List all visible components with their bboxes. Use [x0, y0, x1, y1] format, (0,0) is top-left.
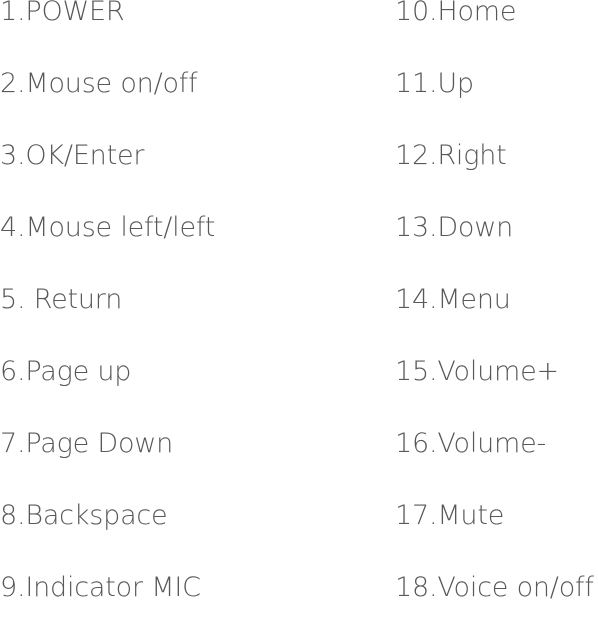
button-legend: 1.POWER 2.Mouse on/off 3.OK/Enter 4.Mous… — [0, 0, 598, 603]
legend-item-12: 12.Right — [395, 140, 507, 171]
legend-item-9: 9.Indicator MIC — [0, 572, 201, 603]
legend-item-10: 10.Home — [395, 0, 517, 27]
legend-item-3: 3.OK/Enter — [0, 140, 145, 171]
legend-item-2: 2.Mouse on/off — [0, 68, 198, 99]
legend-item-8: 8.Backspace — [0, 500, 168, 531]
legend-item-14: 14.Menu — [395, 284, 511, 315]
legend-item-1: 1.POWER — [0, 0, 125, 27]
legend-column-left: 1.POWER 2.Mouse on/off 3.OK/Enter 4.Mous… — [0, 0, 215, 642]
legend-item-6: 6.Page up — [0, 356, 132, 387]
legend-item-16: 16.Volume- — [395, 428, 547, 459]
legend-item-5: 5. Return — [0, 284, 123, 315]
legend-item-7: 7.Page Down — [0, 428, 174, 459]
legend-item-11: 11.Up — [395, 68, 474, 99]
legend-item-13: 13.Down — [395, 212, 514, 243]
legend-item-17: 17.Mute — [395, 500, 505, 531]
legend-column-right: 10.Home 11.Up 12.Right 13.Down 14.Menu 1… — [395, 0, 594, 642]
legend-item-4: 4.Mouse left/left — [0, 212, 216, 243]
legend-item-18: 18.Voice on/off — [395, 572, 594, 603]
legend-item-15: 15.Volume+ — [395, 356, 559, 387]
